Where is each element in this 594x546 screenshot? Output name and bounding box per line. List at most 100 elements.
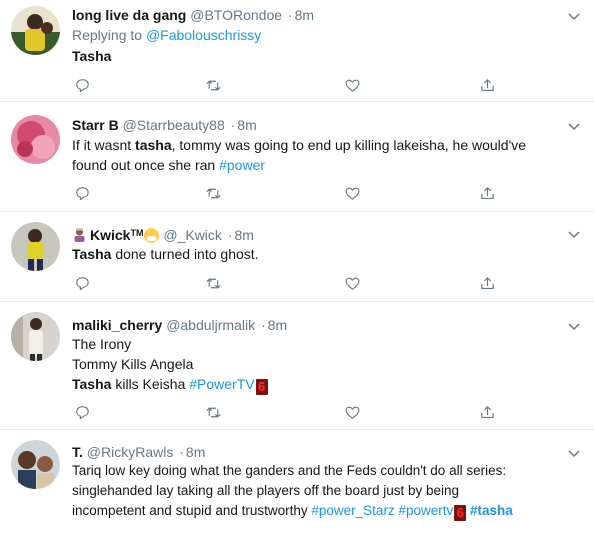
tweet-header: maliki_cherry @abduljrmalik · 8m bbox=[72, 316, 287, 334]
hashtag-link[interactable]: #power bbox=[219, 157, 265, 173]
reply-icon bbox=[75, 276, 89, 290]
display-name[interactable]: Starr B bbox=[72, 117, 119, 133]
chevron-down-icon[interactable] bbox=[568, 10, 580, 22]
tweet-header: long live da gang @BTORondoe · 8m bbox=[72, 6, 314, 24]
tweet-actions bbox=[72, 273, 512, 293]
like-button[interactable] bbox=[342, 402, 362, 422]
user-handle[interactable]: @BTORondoe bbox=[190, 7, 282, 23]
reply-to-link[interactable]: @Fabolouschrissy bbox=[146, 27, 261, 43]
hashtag-link[interactable]: #power_Starz bbox=[311, 503, 394, 518]
avatar-image bbox=[11, 312, 60, 361]
avatar-image bbox=[11, 115, 60, 164]
avatar-image bbox=[11, 440, 60, 489]
reply-icon bbox=[75, 78, 89, 92]
tweet-text: Tariq low key doing what the ganders and… bbox=[72, 461, 577, 521]
retweet-icon bbox=[206, 188, 220, 198]
tweet-actions bbox=[72, 402, 512, 422]
tweet[interactable]: KwickTM @_Kwick · 8m Tasha done turned in… bbox=[0, 212, 594, 302]
person-emoji-icon bbox=[74, 228, 85, 242]
tweet-actions bbox=[72, 75, 512, 95]
reply-context: Replying to @Fabolouschrissy bbox=[72, 25, 577, 45]
retweet-icon bbox=[206, 278, 220, 288]
chevron-down-icon[interactable] bbox=[568, 447, 580, 459]
user-handle[interactable]: @Starrbeauty88 bbox=[123, 117, 225, 133]
tweet-text-bold: Tasha bbox=[72, 376, 112, 392]
tweet-feed: long live da gang @BTORondoe · 8m Replyin… bbox=[0, 0, 594, 546]
like-icon bbox=[345, 406, 359, 419]
retweet-icon bbox=[206, 407, 220, 417]
share-button[interactable] bbox=[477, 183, 497, 203]
retweet-button[interactable] bbox=[203, 75, 223, 95]
display-name[interactable]: long live da gang bbox=[72, 7, 186, 23]
tweet-header: KwickTM @_Kwick · 8m bbox=[72, 224, 254, 243]
user-handle[interactable]: @abduljrmalik bbox=[166, 317, 255, 333]
tweet-text-line: singlehanded lay taking all the players … bbox=[72, 483, 460, 498]
tweet-text-line: The Irony bbox=[72, 336, 132, 352]
reply-button[interactable] bbox=[72, 273, 92, 293]
replying-to-label: Replying to bbox=[72, 27, 146, 43]
tweet-actions bbox=[72, 183, 512, 203]
mask-emoji-icon bbox=[144, 228, 160, 243]
share-icon bbox=[480, 276, 494, 289]
reply-button[interactable] bbox=[72, 75, 92, 95]
tweet-text: If it wasnt tasha, tommy was going to en… bbox=[72, 135, 577, 175]
hashtag-link[interactable]: #PowerTV bbox=[189, 376, 254, 392]
reply-button[interactable] bbox=[72, 402, 92, 422]
power-tv-emoji-icon: 6 bbox=[255, 379, 268, 395]
chevron-down-icon[interactable] bbox=[568, 320, 580, 332]
avatar[interactable] bbox=[11, 222, 60, 271]
tweet-text-part: done turned into ghost. bbox=[111, 246, 259, 262]
hashtag-link[interactable]: #tasha bbox=[470, 503, 513, 518]
share-button[interactable] bbox=[477, 273, 497, 293]
timestamp[interactable]: 8m bbox=[237, 117, 256, 133]
avatar[interactable] bbox=[11, 115, 60, 164]
like-button[interactable] bbox=[342, 273, 362, 293]
reply-icon bbox=[75, 186, 89, 200]
tweet-text-line: Tariq low key doing what the ganders and… bbox=[72, 463, 507, 478]
like-icon bbox=[345, 277, 359, 290]
separator-dot: · bbox=[179, 444, 184, 460]
tweet[interactable]: maliki_cherry @abduljrmalik · 8m The Iron… bbox=[0, 302, 594, 430]
tweet[interactable]: T. @RickyRawls · 8m Tariq low key doing w… bbox=[0, 430, 594, 546]
tweet-text-bold: Tasha bbox=[72, 246, 112, 262]
display-name[interactable]: Kwick bbox=[90, 227, 130, 243]
timestamp[interactable]: 8m bbox=[295, 7, 314, 23]
tweet-text-part: If it wasnt bbox=[72, 137, 136, 153]
tweet-text-bold: Tasha bbox=[72, 48, 112, 64]
avatar[interactable] bbox=[11, 312, 60, 361]
share-button[interactable] bbox=[477, 75, 497, 95]
timestamp[interactable]: 8m bbox=[234, 227, 253, 243]
share-icon bbox=[480, 78, 494, 91]
power-tv-emoji-icon: 6 bbox=[454, 505, 467, 521]
hashtag-link[interactable]: #powertv bbox=[398, 503, 453, 518]
retweet-button[interactable] bbox=[203, 273, 223, 293]
tweet-header: Starr B @Starrbeauty88 · 8m bbox=[72, 116, 257, 134]
chevron-down-icon[interactable] bbox=[568, 120, 580, 132]
tweet-text: The Irony Tommy Kills Angela Tasha kills… bbox=[72, 334, 577, 395]
retweet-button[interactable] bbox=[203, 183, 223, 203]
timestamp[interactable]: 8m bbox=[186, 444, 205, 460]
like-button[interactable] bbox=[342, 75, 362, 95]
tweet-text-bold: tasha bbox=[135, 137, 172, 153]
share-button[interactable] bbox=[477, 402, 497, 422]
avatar[interactable] bbox=[11, 440, 60, 489]
retweet-icon bbox=[206, 80, 220, 90]
timestamp[interactable]: 8m bbox=[268, 317, 287, 333]
separator-dot: · bbox=[287, 7, 293, 23]
tweet-text: Tasha bbox=[72, 46, 577, 66]
display-name[interactable]: T. bbox=[72, 444, 83, 460]
chevron-down-icon[interactable] bbox=[568, 228, 580, 240]
share-icon bbox=[480, 405, 494, 418]
display-name[interactable]: maliki_cherry bbox=[72, 317, 162, 333]
user-handle[interactable]: @RickyRawls bbox=[87, 444, 174, 460]
reply-button[interactable] bbox=[72, 183, 92, 203]
separator-dot: · bbox=[230, 117, 236, 133]
avatar[interactable] bbox=[11, 6, 60, 55]
user-handle[interactable]: @_Kwick bbox=[163, 227, 222, 243]
tweet-text: Tasha done turned into ghost. bbox=[72, 244, 577, 264]
tweet[interactable]: Starr B @Starrbeauty88 · 8m If it wasnt t… bbox=[0, 102, 594, 212]
tweet[interactable]: long live da gang @BTORondoe · 8m Replyin… bbox=[0, 0, 594, 102]
retweet-button[interactable] bbox=[203, 402, 223, 422]
avatar-image bbox=[11, 222, 60, 271]
like-button[interactable] bbox=[342, 183, 362, 203]
